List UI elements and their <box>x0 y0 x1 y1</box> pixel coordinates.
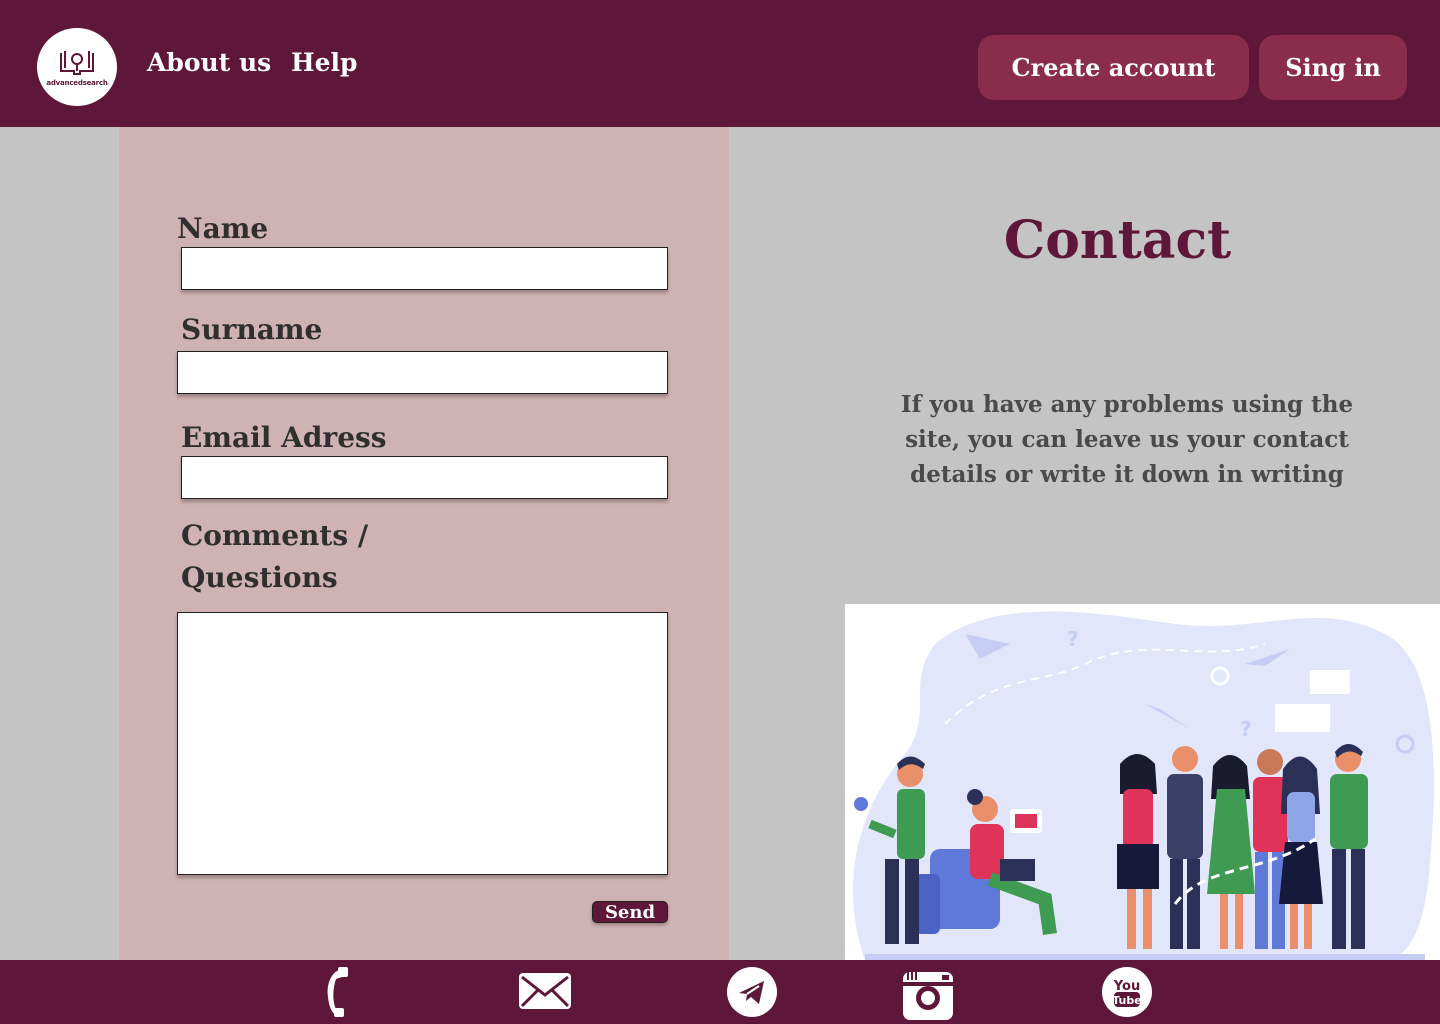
sign-in-button[interactable]: Sing in <box>1259 35 1407 100</box>
people-illustration: ? ? <box>853 611 1434 960</box>
contact-illustration: ? ? <box>845 604 1440 960</box>
youtube-icon[interactable]: You Tube <box>1101 966 1153 1018</box>
logo[interactable]: advancedsearch <box>37 28 117 106</box>
svg-text:Tube: Tube <box>1112 994 1141 1007</box>
surname-field[interactable] <box>177 351 668 394</box>
instagram-icon[interactable] <box>902 968 954 1022</box>
svg-text:?: ? <box>1067 627 1079 651</box>
header: advancedsearch About us Help Create acco… <box>0 0 1440 127</box>
mail-icon[interactable] <box>518 972 572 1010</box>
svg-text:?: ? <box>1240 717 1252 741</box>
surname-label: Surname <box>181 313 323 346</box>
nav-about-us[interactable]: About us <box>147 48 271 77</box>
phone-icon[interactable] <box>320 965 354 1019</box>
create-account-button[interactable]: Create account <box>978 35 1249 100</box>
comments-textarea[interactable] <box>177 612 668 875</box>
footer: You Tube <box>0 960 1440 1024</box>
svg-text:You: You <box>1113 979 1140 994</box>
name-field[interactable] <box>181 247 668 290</box>
comments-label-line2: Questions <box>181 561 338 594</box>
logo-text: advancedsearch <box>46 79 108 87</box>
contact-description: If you have any problems using the site,… <box>900 391 1354 488</box>
send-button[interactable]: Send <box>592 901 668 923</box>
telegram-icon[interactable] <box>726 966 778 1018</box>
nav-help[interactable]: Help <box>291 48 358 77</box>
comments-label-line1: Comments / <box>181 519 369 552</box>
book-search-icon <box>60 51 94 75</box>
email-field[interactable] <box>181 456 668 499</box>
name-label: Name <box>177 212 269 245</box>
contact-title: Contact <box>1003 210 1232 271</box>
email-label: Email Adress <box>181 421 387 454</box>
